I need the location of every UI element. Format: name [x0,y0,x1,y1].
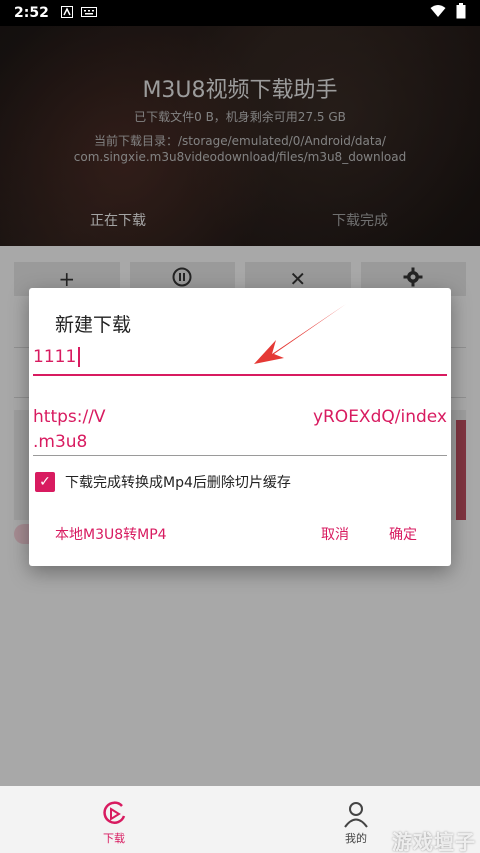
dialog-title: 新建下载 [55,314,132,336]
delete-cache-option[interactable]: ✓ 下载完成转换成Mp4后删除切片缓存 [35,472,291,492]
nav-download-label: 下载 [103,832,125,845]
user-icon [344,802,368,828]
status-right-icons [430,3,466,23]
download-name-input[interactable]: 1111 [33,344,447,376]
keyboard-icon [80,6,97,21]
status-time: 2:52 [14,5,49,21]
nav-mine[interactable]: 我的 [342,800,370,846]
text-caret [78,347,81,367]
confirm-button[interactable]: 确定 [389,524,417,544]
delete-cache-label: 下载完成转换成Mp4后删除切片缓存 [65,475,291,491]
red-arrow-icon [254,304,346,364]
notification-a-icon [60,5,73,21]
local-m3u8-to-mp4-button[interactable]: 本地M3U8转MP4 [55,524,167,544]
url-text-line2: .m3u8 [33,431,88,452]
cancel-button[interactable]: 取消 [321,524,349,544]
url-redacted-gap [153,406,307,431]
new-download-dialog: 新建下载 1111 https://V yROEXdQ/index .m3u8 … [29,288,451,566]
watermark-logo: 游戏壇子 [392,830,476,853]
download-play-icon [103,801,126,824]
wifi-icon [430,4,446,22]
checkbox-checked-icon[interactable]: ✓ [35,472,55,492]
nav-download[interactable]: 下载 [100,800,128,846]
download-name-value: 1111 [33,347,77,367]
url-text-start: https://V [33,407,106,427]
battery-icon [456,3,466,23]
nav-mine-label: 我的 [345,832,367,845]
status-bar: 2:52 [0,0,480,26]
download-url-input[interactable]: https://V yROEXdQ/index .m3u8 [33,406,447,456]
url-text-end: yROEXdQ/index [312,407,447,427]
